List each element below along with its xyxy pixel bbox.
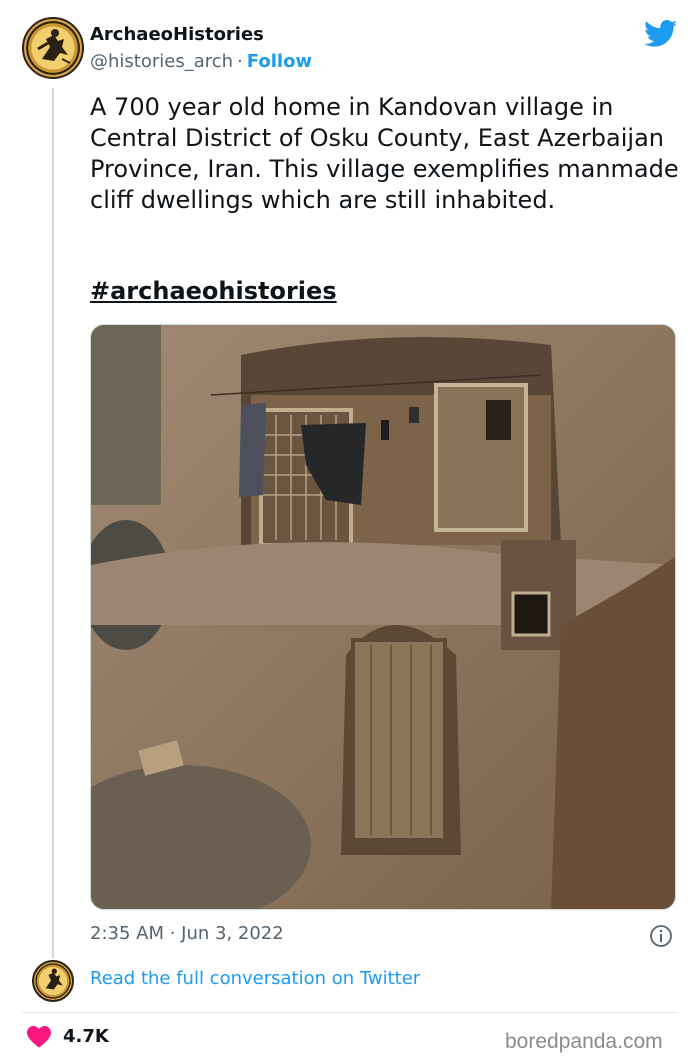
footer-divider <box>22 1012 678 1013</box>
info-icon[interactable] <box>649 924 673 948</box>
like-count: 4.7K <box>63 1026 109 1047</box>
author-avatar-small[interactable] <box>32 960 74 1002</box>
thread-connector-line <box>52 88 54 958</box>
author-avatar[interactable] <box>22 17 84 79</box>
tweet-text: A 700 year old home in Kandovan village … <box>90 93 679 214</box>
follow-button[interactable]: Follow <box>247 51 312 72</box>
warrior-emblem-icon <box>37 29 71 64</box>
tweet-photo[interactable] <box>90 324 676 910</box>
heart-icon[interactable] <box>27 1026 51 1048</box>
cliff-dwelling-photo <box>91 325 675 909</box>
source-watermark: boredpanda.com <box>505 1030 663 1053</box>
author-handle[interactable]: @histories_arch <box>90 51 233 72</box>
author-handle-row: @histories_arch · Follow <box>90 51 312 72</box>
tweet-timestamp[interactable]: 2:35 AM · Jun 3, 2022 <box>90 923 284 944</box>
twitter-bird-icon[interactable] <box>644 20 678 48</box>
read-conversation-link[interactable]: Read the full conversation on Twitter <box>90 968 420 989</box>
author-name[interactable]: ArchaeoHistories <box>90 24 264 45</box>
hashtag-link[interactable]: #archaeohistories <box>90 277 337 305</box>
warrior-emblem-icon <box>45 968 63 990</box>
separator-dot: · <box>237 51 243 72</box>
